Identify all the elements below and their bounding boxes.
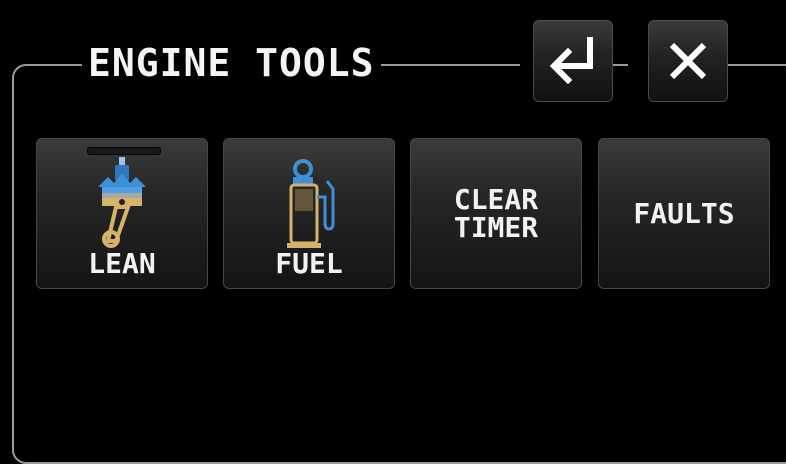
clear-timer-button[interactable]: CLEAR TIMER [410, 138, 582, 289]
enter-button[interactable] [533, 20, 613, 102]
faults-button[interactable]: FAULTS [598, 138, 770, 289]
lean-active-indicator [87, 147, 161, 155]
panel-title: ENGINE TOOLS [82, 38, 381, 88]
piston-lean-icon [94, 155, 150, 255]
return-arrow-icon [546, 36, 600, 86]
faults-label: FAULTS [633, 197, 735, 230]
lean-label: LEAN [88, 247, 156, 280]
clear-timer-label-line2: TIMER [453, 211, 539, 244]
lean-button[interactable]: LEAN [36, 138, 208, 289]
fuel-button[interactable]: FUEL [223, 138, 395, 289]
close-button[interactable] [648, 20, 728, 102]
fuel-pump-icon [283, 159, 335, 253]
close-x-icon [666, 39, 710, 83]
fuel-label: FUEL [275, 247, 343, 280]
